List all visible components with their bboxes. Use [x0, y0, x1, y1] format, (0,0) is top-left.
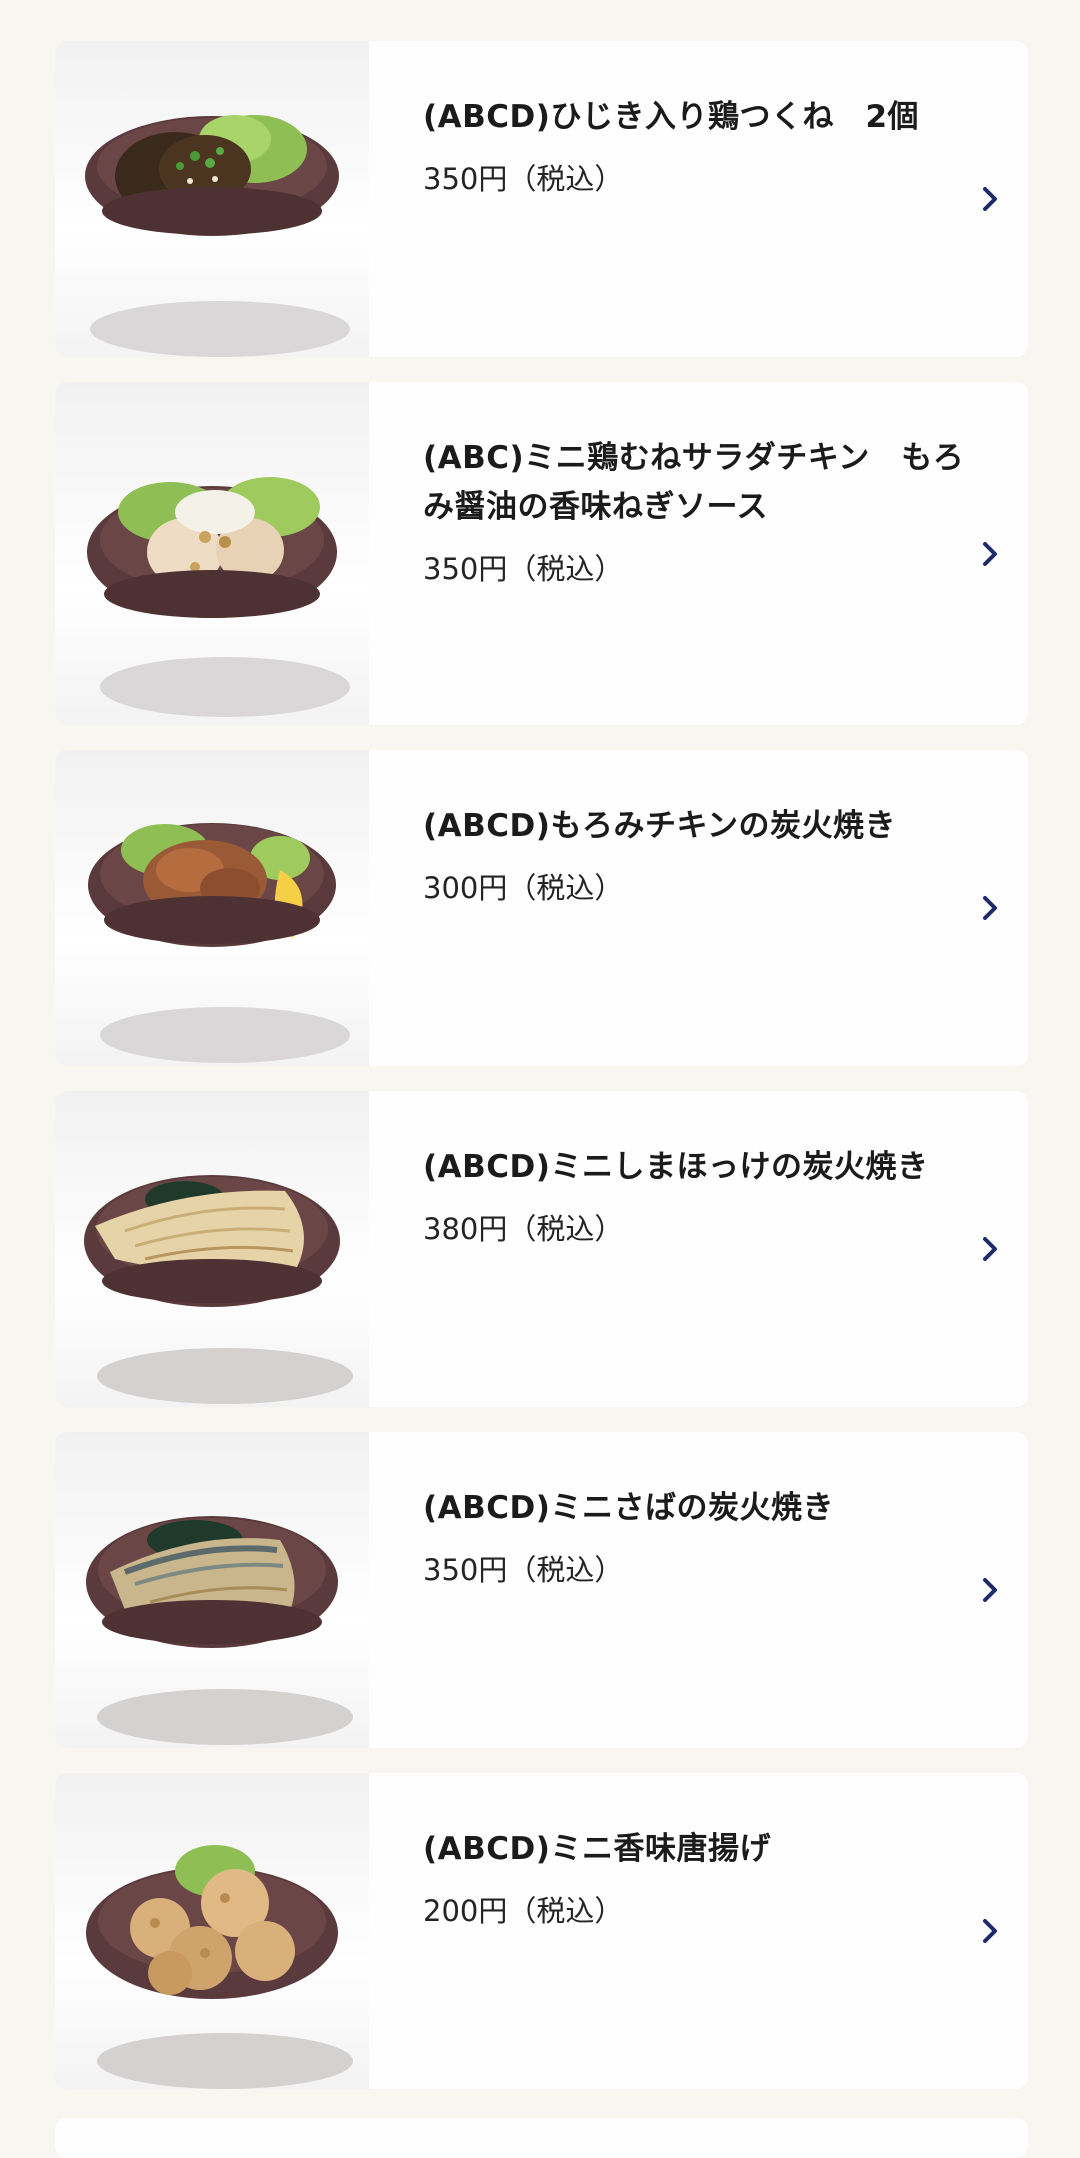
grilled-mackerel-bowl-icon [55, 1432, 369, 1748]
menu-item-price: 300円（税込） [423, 870, 624, 905]
menu-item-card[interactable]: (ABCD)ミニしまほっけの炭火焼き 380円（税込） [55, 1091, 1028, 1407]
menu-item-price: 380円（税込） [423, 1211, 624, 1246]
menu-item-info: (ABCD)もろみチキンの炭火焼き 300円（税込） [423, 802, 983, 907]
chevron-right-icon[interactable] [976, 1917, 1004, 1945]
menu-item-name: (ABCD)ミニしまほっけの炭火焼き [423, 1149, 929, 1185]
chevron-right-icon[interactable] [976, 185, 1004, 213]
menu-item-name: (ABCD)ミニ香味唐揚げ [423, 1831, 771, 1867]
menu-item-info: (ABCD)ミニしまほっけの炭火焼き 380円（税込） [423, 1143, 983, 1248]
menu-list: (ABCD)ひじき入り鶏つくね 2個 350円（税込） (ABC)ミニ鶏むねサラ… [55, 41, 1028, 2114]
menu-item-card[interactable]: (ABCD)ミニ香味唐揚げ 200円（税込） [55, 1773, 1028, 2089]
menu-item-price: 200円（税込） [423, 1893, 624, 1928]
chevron-right-icon[interactable] [976, 1576, 1004, 1604]
menu-item-name: (ABCD)もろみチキンの炭火焼き [423, 808, 897, 844]
menu-item-card[interactable]: (ABCD)もろみチキンの炭火焼き 300円（税込） [55, 750, 1028, 1066]
menu-item-card[interactable]: (ABCD)ひじき入り鶏つくね 2個 350円（税込） [55, 41, 1028, 357]
menu-item-price: 350円（税込） [423, 161, 624, 196]
menu-item-info: (ABCD)ミニ香味唐揚げ 200円（税込） [423, 1825, 983, 1930]
menu-item-info: (ABCD)ひじき入り鶏つくね 2個 350円（税込） [423, 93, 983, 198]
chevron-right-icon[interactable] [976, 540, 1004, 568]
chevron-right-icon[interactable] [976, 1235, 1004, 1263]
menu-item-card-partial[interactable] [55, 2118, 1028, 2158]
menu-item-price: 350円（税込） [423, 551, 624, 586]
salad-chicken-bowl-icon [55, 382, 369, 725]
menu-item-card[interactable]: (ABC)ミニ鶏むねサラダチキン もろみ醤油の香味ねぎソース 350円（税込） [55, 382, 1028, 725]
grilled-chicken-bowl-icon [55, 750, 369, 1066]
menu-item-card[interactable]: (ABCD)ミニさばの炭火焼き 350円（税込） [55, 1432, 1028, 1748]
grilled-hokke-bowl-icon [55, 1091, 369, 1407]
tsukune-bowl-icon [55, 41, 369, 357]
menu-item-name: (ABCD)ひじき入り鶏つくね 2個 [423, 99, 920, 135]
menu-item-info: (ABC)ミニ鶏むねサラダチキン もろみ醤油の香味ねぎソース 350円（税込） [423, 434, 983, 588]
menu-item-info: (ABCD)ミニさばの炭火焼き 350円（税込） [423, 1484, 983, 1589]
menu-item-name: (ABCD)ミニさばの炭火焼き [423, 1490, 834, 1526]
menu-item-name: (ABC)ミニ鶏むねサラダチキン もろみ醤油の香味ねぎソース [423, 440, 965, 525]
chevron-right-icon[interactable] [976, 894, 1004, 922]
karaage-bowl-icon [55, 1773, 369, 2089]
menu-item-price: 350円（税込） [423, 1552, 624, 1587]
